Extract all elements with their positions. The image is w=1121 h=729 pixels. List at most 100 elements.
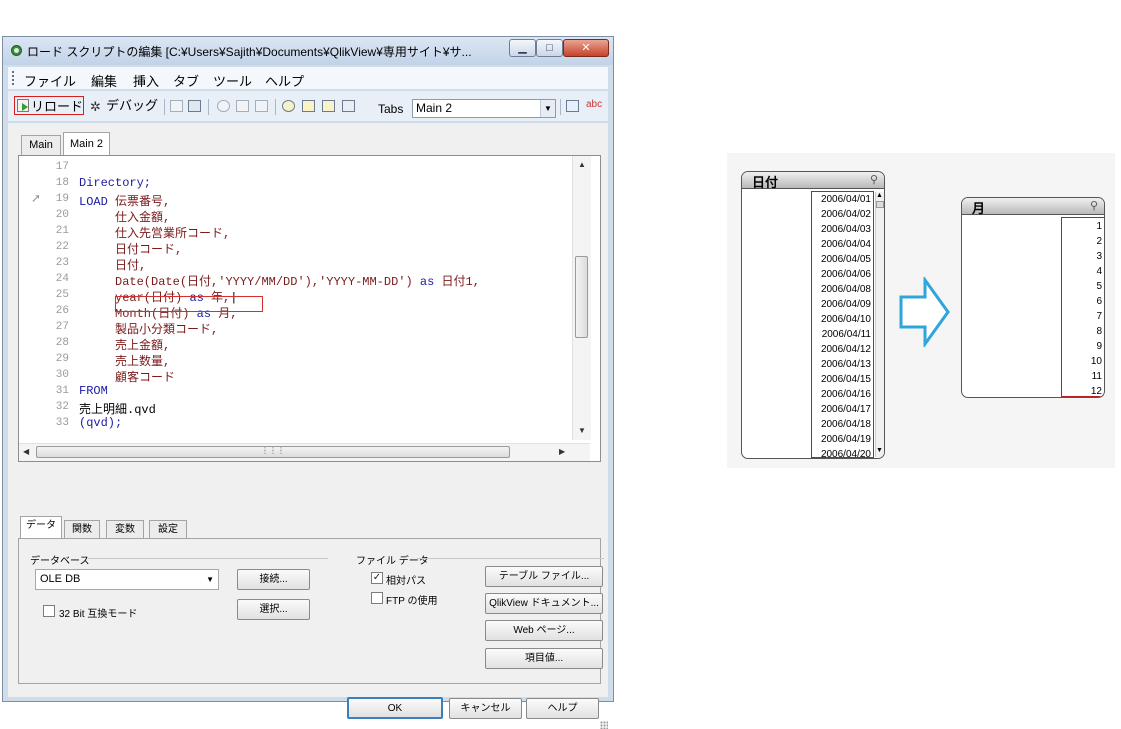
code-line[interactable]: 27 製品小分類コード, (19, 320, 571, 337)
search-icon[interactable]: ⚲ (870, 173, 878, 186)
date-listbox[interactable]: 日付 ⚲ 2006/04/01 2006/04/02 2006/04/03 2006/… (741, 171, 885, 459)
reload-icon (17, 99, 29, 112)
right-arrow-icon (899, 277, 950, 347)
code-line[interactable]: 17 (19, 160, 571, 176)
resize-grip-icon[interactable] (600, 721, 608, 729)
scroll-left-icon[interactable]: ◀ (23, 447, 29, 456)
horizontal-scroll-thumb[interactable]: ⋮⋮⋮ (36, 446, 510, 458)
code-line[interactable]: 32 売上明細.qvd (19, 400, 571, 417)
reload-button[interactable]: リロード (14, 96, 84, 115)
tab-variables[interactable]: 変数 (106, 520, 144, 538)
code-line[interactable]: 30 顧客コード (19, 368, 571, 385)
search-icon[interactable]: ⚲ (1090, 199, 1098, 212)
table-file-button[interactable]: テーブル ファイル... (485, 566, 603, 587)
window-title: ロード スクリプトの編集 [C:¥Users¥Sajith¥Documents¥… (27, 45, 472, 59)
code-text: 日付コード, (79, 240, 182, 257)
code-line[interactable]: 22 日付コード, (19, 240, 571, 257)
code-line[interactable]: 23 日付, (19, 256, 571, 273)
tab-main[interactable]: Main (21, 135, 61, 155)
select-button[interactable]: 選択... (237, 599, 310, 620)
menu-tools[interactable]: ツール (213, 71, 252, 90)
vertical-scrollbar[interactable]: ▲ ▼ (572, 156, 591, 440)
toolbar-separator (164, 99, 165, 115)
scroll-right-icon[interactable]: ▶ (559, 447, 565, 456)
scroll-thumb[interactable] (876, 201, 884, 208)
code-line[interactable]: 31 FROM (19, 384, 571, 400)
table-icon[interactable] (342, 100, 355, 112)
code-line[interactable]: 24 Date(Date(日付,'YYYY/MM/DD'),'YYYY-MM-D… (19, 272, 571, 289)
code-line[interactable]: 20 仕入金額, (19, 208, 571, 225)
code-token: ,'YYYY/MM/DD'),'YYYY-MM-DD') (211, 275, 420, 289)
code-text: LOAD 伝票番号, (79, 192, 170, 209)
cut-icon[interactable] (217, 100, 230, 112)
tab-select[interactable]: Main 2 ▼ (412, 99, 556, 118)
code-line[interactable]: 25 year(日付) as 年,| (19, 288, 571, 305)
menu-help[interactable]: ヘルプ (265, 71, 304, 90)
script-editor[interactable]: 17 18 Directory; 19 LOAD 伝票番号, 20 仕入金額, 21 仕入先… (18, 155, 601, 462)
listbox-illustration: 日付 ⚲ 2006/04/01 2006/04/02 2006/04/03 2006/… (727, 153, 1115, 468)
debug-button[interactable]: ✲ デバッグ (90, 96, 158, 115)
month-listbox[interactable]: 月 ⚲ 1 2 3 4 5 6 7 8 9 10 11 12 (961, 197, 1105, 398)
date-listbox-scrollbar[interactable]: ▲ ▼ (875, 192, 884, 457)
minimize-button[interactable]: ▁ (509, 39, 536, 57)
menu-tab[interactable]: タブ (173, 71, 199, 90)
menu-bar: ファイル 編集 挿入 タブ ツール ヘルプ (8, 67, 608, 89)
menu-insert[interactable]: 挿入 (133, 71, 159, 90)
field-value-button[interactable]: 項目値... (485, 648, 603, 669)
line-number: 22 (55, 241, 69, 253)
tab-settings[interactable]: 設定 (149, 520, 187, 538)
scroll-down-icon[interactable]: ▼ (578, 426, 586, 435)
tab-functions[interactable]: 関数 (64, 520, 100, 538)
code-token: 顧客コード (79, 371, 176, 385)
qlikview-document-button[interactable]: QlikView ドキュメント... (485, 593, 603, 614)
menu-file[interactable]: ファイル (24, 71, 76, 90)
search-icon[interactable] (282, 100, 295, 112)
toolbar-separator (560, 99, 561, 115)
network-icon[interactable] (566, 100, 579, 112)
code-token: 売上数量, (79, 355, 171, 369)
database-select[interactable]: OLE DB ▼ (35, 569, 219, 590)
scroll-up-icon[interactable]: ▲ (578, 160, 586, 169)
code-token: (qvd); (79, 416, 123, 430)
spellcheck-icon[interactable]: abc (586, 99, 602, 111)
code-text: 売上明細.qvd (79, 400, 156, 417)
maximize-button[interactable]: □ (536, 39, 563, 57)
code-text: 売上数量, (79, 352, 170, 369)
relative-path-checkbox[interactable]: ✓ (371, 572, 383, 584)
ftp-checkbox[interactable] (371, 592, 383, 604)
code-line[interactable]: 18 Directory; (19, 176, 571, 192)
bit32-checkbox[interactable] (43, 605, 55, 617)
ok-button[interactable]: OK (347, 697, 443, 719)
scroll-down-icon[interactable]: ▼ (876, 447, 883, 454)
tab-main-2[interactable]: Main 2 (63, 132, 110, 156)
connect-button[interactable]: 接続... (237, 569, 310, 590)
tab-data[interactable]: データ (20, 516, 62, 538)
folder-back-icon[interactable] (322, 100, 335, 112)
code-token: 日付 (187, 275, 212, 289)
help-button[interactable]: ヘルプ (526, 698, 599, 719)
code-line[interactable]: 21 仕入先営業所コード, (19, 224, 571, 241)
close-button[interactable]: ✕ (563, 39, 609, 57)
web-page-button[interactable]: Web ページ... (485, 620, 603, 641)
script-code[interactable]: 17 18 Directory; 19 LOAD 伝票番号, 20 仕入金額, 21 仕入先… (19, 160, 571, 440)
line-number: 19 (55, 193, 69, 205)
code-line[interactable]: 19 LOAD 伝票番号, (19, 192, 571, 209)
code-line[interactable]: 28 売上金額, (19, 336, 571, 353)
title-bar[interactable]: ロード スクリプトの編集 [C:¥Users¥Sajith¥Documents¥… (3, 37, 613, 65)
cancel-button[interactable]: キャンセル (449, 698, 522, 719)
print-icon[interactable] (188, 100, 201, 112)
horizontal-scrollbar[interactable]: ◀ ⋮⋮⋮ ▶ (19, 443, 590, 461)
line-number: 33 (55, 417, 69, 429)
reload-label: リロード (31, 99, 84, 114)
save-icon[interactable] (170, 100, 183, 112)
code-line[interactable]: 26 Month(日付) as 月, (19, 304, 571, 321)
paste-icon[interactable] (255, 100, 268, 112)
menu-edit[interactable]: 編集 (91, 71, 117, 90)
vertical-scroll-thumb[interactable] (575, 256, 588, 338)
scroll-up-icon[interactable]: ▲ (876, 192, 883, 199)
line-number: 17 (55, 161, 69, 173)
code-line[interactable]: 33 (qvd); (19, 416, 571, 432)
copy-icon[interactable] (236, 100, 249, 112)
code-line[interactable]: 29 売上数量, (19, 352, 571, 369)
open-folder-icon[interactable] (302, 100, 315, 112)
